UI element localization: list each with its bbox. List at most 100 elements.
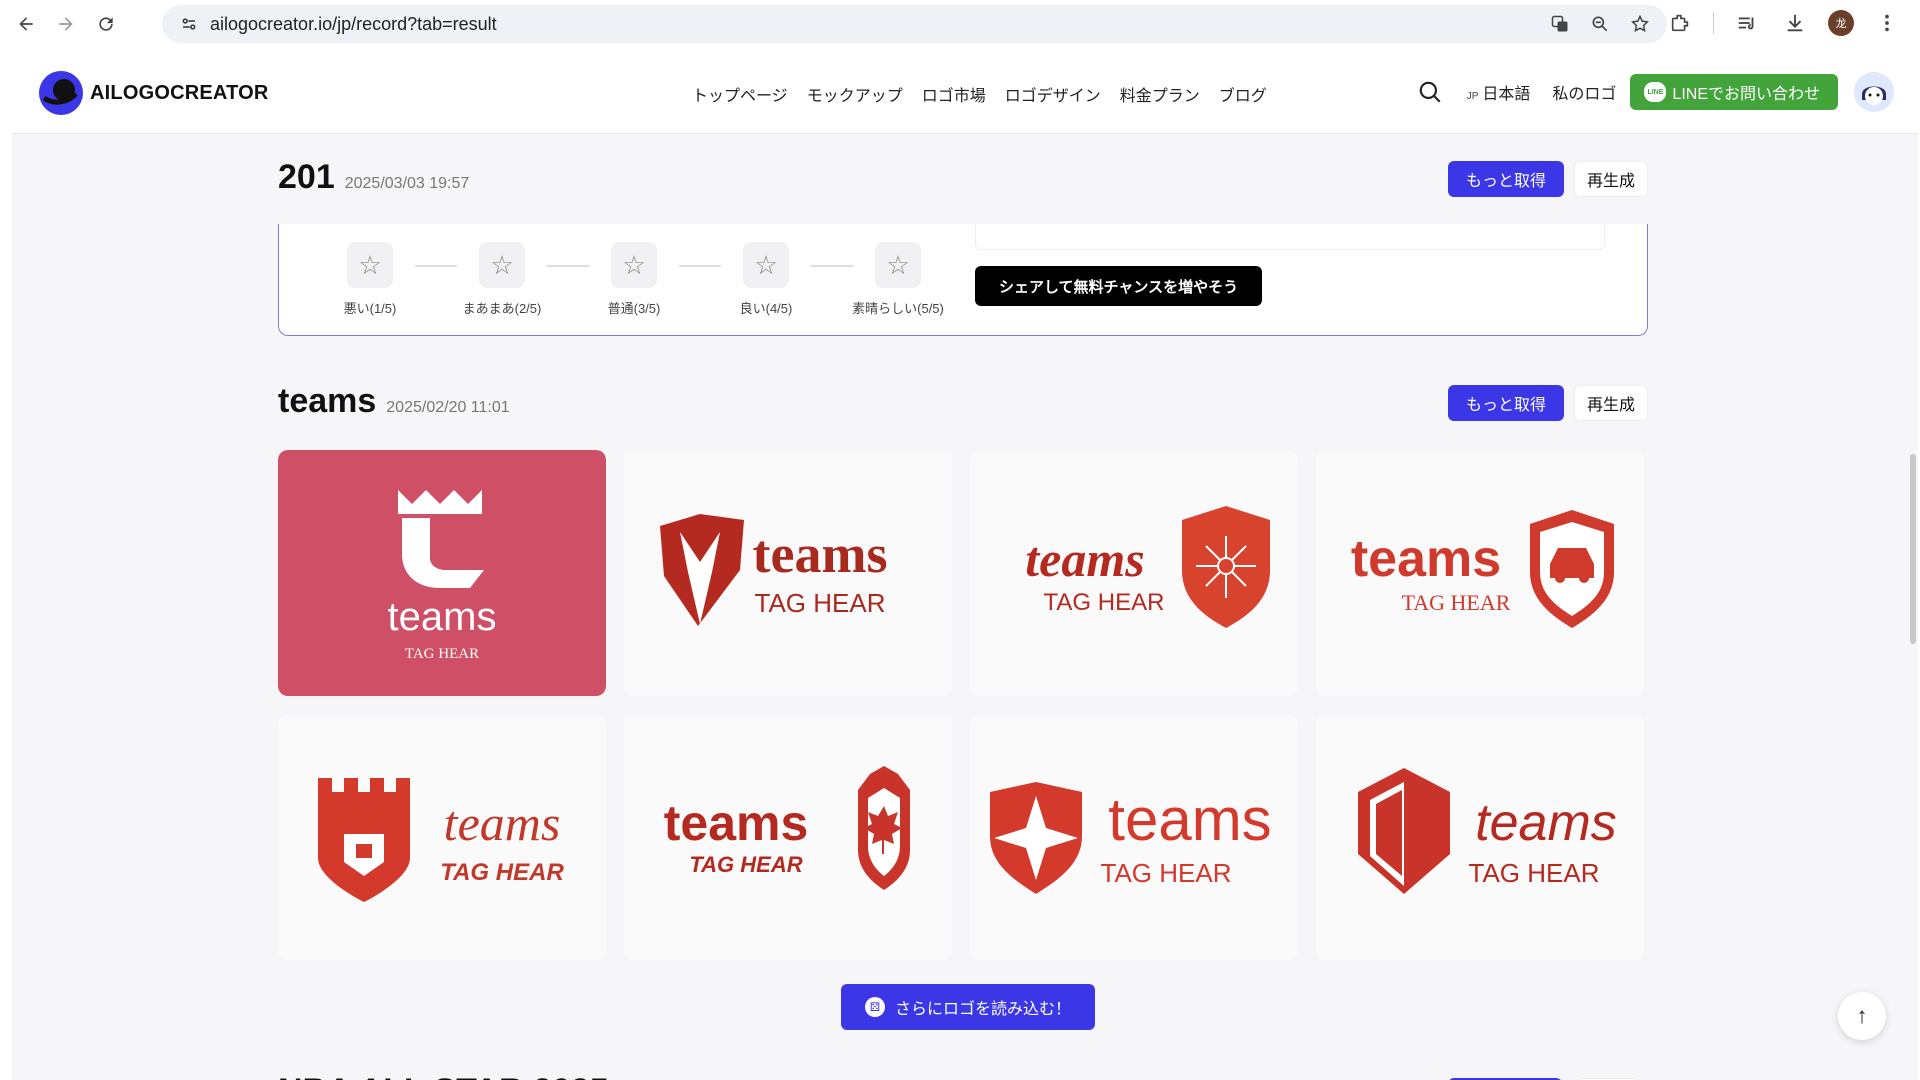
logo-brand-text: teams — [664, 795, 809, 851]
regenerate-button[interactable]: 再生成 — [1574, 385, 1649, 421]
star-icon: ☆ — [347, 242, 393, 288]
faceted-shield-icon — [660, 514, 744, 626]
rating-option-4[interactable]: ☆ 良い(4/5) — [721, 242, 811, 317]
my-logo-link[interactable]: 私のロゴ — [1552, 80, 1616, 104]
page-scrollbar[interactable] — [1910, 454, 1916, 644]
site-logo[interactable]: AILOGOCREATOR — [38, 70, 269, 116]
profile-avatar[interactable]: 龙 — [1828, 10, 1854, 36]
nav-mockup[interactable]: モックアップ — [807, 82, 903, 106]
logo-tile[interactable]: teams TAG HEAR — [970, 450, 1298, 696]
forward-icon[interactable] — [52, 10, 80, 38]
nav-logo-design[interactable]: ロゴデザイン — [1005, 82, 1101, 106]
search-icon[interactable] — [1417, 79, 1443, 105]
line-chat-icon: LINE — [1644, 82, 1667, 102]
circuit-shield-icon — [1182, 506, 1270, 628]
car-shield-icon — [1530, 510, 1614, 628]
logo-brand-text: teams — [753, 524, 888, 584]
get-more-button[interactable]: もっと取得 — [1448, 161, 1565, 197]
language-code: JP — [1466, 91, 1479, 102]
logo-brand-text: teams — [1108, 786, 1271, 853]
rating-divider — [547, 265, 589, 267]
logo-tile[interactable]: teams TAG HEAR — [970, 714, 1298, 960]
get-more-button[interactable]: もっと取得 — [1448, 385, 1565, 421]
logo-preview: teams TAG HEAR — [1025, 506, 1270, 628]
user-avatar[interactable] — [1854, 72, 1894, 112]
page-viewport: AILOGOCREATOR トップページ モックアップ ロゴ市場 ロゴデザイン … — [12, 54, 1918, 1080]
logo-tile[interactable]: teams TAG HEAR — [624, 450, 952, 696]
rating-label: 普通(3/5) — [607, 301, 661, 316]
nav-logo-market[interactable]: ロゴ市場 — [922, 82, 986, 106]
bookmark-star-icon[interactable] — [1627, 11, 1653, 37]
logo-tile[interactable]: teams TAG HEAR — [1316, 450, 1644, 696]
rating-option-1[interactable]: ☆ 悪い(1/5) — [325, 242, 415, 317]
star-icon: ☆ — [479, 242, 525, 288]
logo-preview: teams TAG HEAR — [664, 766, 910, 890]
section-title: 201 — [278, 158, 335, 196]
zoom-icon[interactable] — [1587, 11, 1613, 37]
share-button[interactable]: シェアして無料チャンスを増やそう — [975, 266, 1263, 306]
dice-icon: ⚄ — [865, 997, 885, 1017]
rating-option-5[interactable]: ☆ 素晴らしい(5/5) — [852, 242, 944, 317]
rating-label: 良い(4/5) — [739, 301, 793, 316]
language-switcher[interactable]: JP 日本語 — [1467, 80, 1531, 104]
address-bar[interactable]: ailogocreator.io/jp/record?tab=result — [162, 5, 1667, 43]
section-header-teams: teams 2025/02/20 11:01 — [278, 382, 510, 421]
line-contact-button[interactable]: LINE LINEでお問い合わせ — [1630, 74, 1838, 110]
nav-pricing[interactable]: 料金プラン — [1120, 82, 1200, 106]
extensions-icon[interactable] — [1665, 8, 1695, 38]
header-actions: JP 日本語 私のロゴ LINE LINEでお問い合わせ — [1417, 72, 1918, 112]
url-text[interactable]: ailogocreator.io/jp/record?tab=result — [210, 14, 497, 35]
logo-preview: teams TAG HEAR — [660, 514, 888, 626]
logo-tile[interactable]: teams TAG HEAR — [278, 450, 606, 696]
rating-label: 悪い(1/5) — [343, 301, 397, 316]
rating-label: まあまあ(2/5) — [462, 301, 542, 316]
download-icon[interactable] — [1780, 8, 1810, 38]
toolbar-divider — [1713, 12, 1714, 34]
arrow-up-icon: ↑ — [1856, 1003, 1868, 1028]
logo-preview: teams TAG HEAR — [990, 782, 1272, 894]
feedback-box — [975, 224, 1605, 250]
browser-toolbar: ailogocreator.io/jp/record?tab=result 龙 — [0, 0, 1920, 48]
logo-brand-text: teams — [1025, 531, 1144, 587]
logo-tagline-text: TAG HEAR — [1402, 590, 1511, 615]
logo-tile[interactable]: teams TAG HEAR — [624, 714, 952, 960]
load-more-label: さらにロゴを読み込む！ — [895, 1001, 1072, 1018]
hex-shield-icon — [1358, 768, 1450, 894]
back-icon[interactable] — [12, 10, 40, 38]
logo-brand-text: teams — [1475, 794, 1617, 852]
rating-option-2[interactable]: ☆ まあまあ(2/5) — [457, 242, 547, 317]
logo-tagline-text: TAG HEAR — [1101, 858, 1232, 888]
logo-tagline-text: TAG HEAR — [1469, 858, 1600, 888]
star-icon: ☆ — [875, 242, 921, 288]
translate-icon[interactable] — [1547, 11, 1573, 37]
section-date: 2025/02/20 11:01 — [386, 399, 510, 416]
logo-brand-text: teams — [444, 795, 561, 851]
maple-shield-icon — [858, 766, 910, 890]
logo-tagline-text: TAG HEAR — [405, 646, 479, 662]
logo-tile[interactable]: teams TAG HEAR — [1316, 714, 1644, 960]
logo-tile[interactable]: teams TAG HEAR — [278, 714, 606, 960]
brand-name: AILOGOCREATOR — [90, 81, 269, 104]
nav-blog[interactable]: ブログ — [1219, 82, 1267, 106]
reload-icon[interactable] — [92, 10, 120, 38]
castle-tower-icon — [318, 778, 410, 902]
star-shield-icon — [990, 782, 1082, 894]
star-icon: ☆ — [611, 242, 657, 288]
rating-divider — [679, 265, 721, 267]
media-control-icon[interactable] — [1732, 8, 1762, 38]
load-more-button[interactable]: ⚄ さらにロゴを読み込む！ — [841, 984, 1096, 1030]
logo-tagline-text: TAG HEAR — [689, 852, 802, 877]
line-contact-label: LINEでお問い合わせ — [1672, 86, 1820, 103]
logo-tagline-text: TAG HEAR — [755, 588, 886, 618]
menu-kebab-icon[interactable] — [1872, 8, 1902, 38]
rating-option-3[interactable]: ☆ 普通(3/5) — [589, 242, 679, 317]
logo-preview: teams TAG HEAR — [318, 778, 564, 902]
section-header-201: 201 2025/03/03 19:57 — [278, 158, 469, 197]
nav-top-page[interactable]: トップページ — [692, 82, 788, 106]
site-settings-icon[interactable] — [172, 7, 206, 41]
regenerate-button[interactable]: 再生成 — [1574, 161, 1649, 197]
scroll-to-top-button[interactable]: ↑ — [1838, 992, 1886, 1040]
logo-preview: teams TAG HEAR — [1358, 768, 1617, 894]
rating-scale: ☆ 悪い(1/5) ☆ まあまあ(2/5) ☆ 普通(3/5) ☆ 良い(4/5… — [325, 242, 944, 317]
logo-tagline-text: TAG HEAR — [440, 859, 564, 886]
